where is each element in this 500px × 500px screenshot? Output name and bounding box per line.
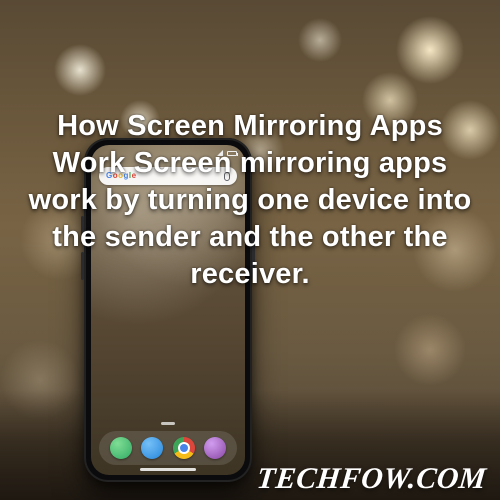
headline-text: How Screen Mirroring Apps Work Screen mi… [24,108,476,294]
watermark: TECHFOW.COM [255,464,487,494]
messages-app-icon [141,437,163,459]
dock [99,431,237,465]
promo-image: Google How Screen Mirroring Apps Work Sc… [0,0,500,500]
home-indicator [140,468,196,471]
camera-app-icon [204,437,226,459]
app-drawer-handle [99,422,237,425]
phone-app-icon [110,437,132,459]
chrome-app-icon [173,437,195,459]
